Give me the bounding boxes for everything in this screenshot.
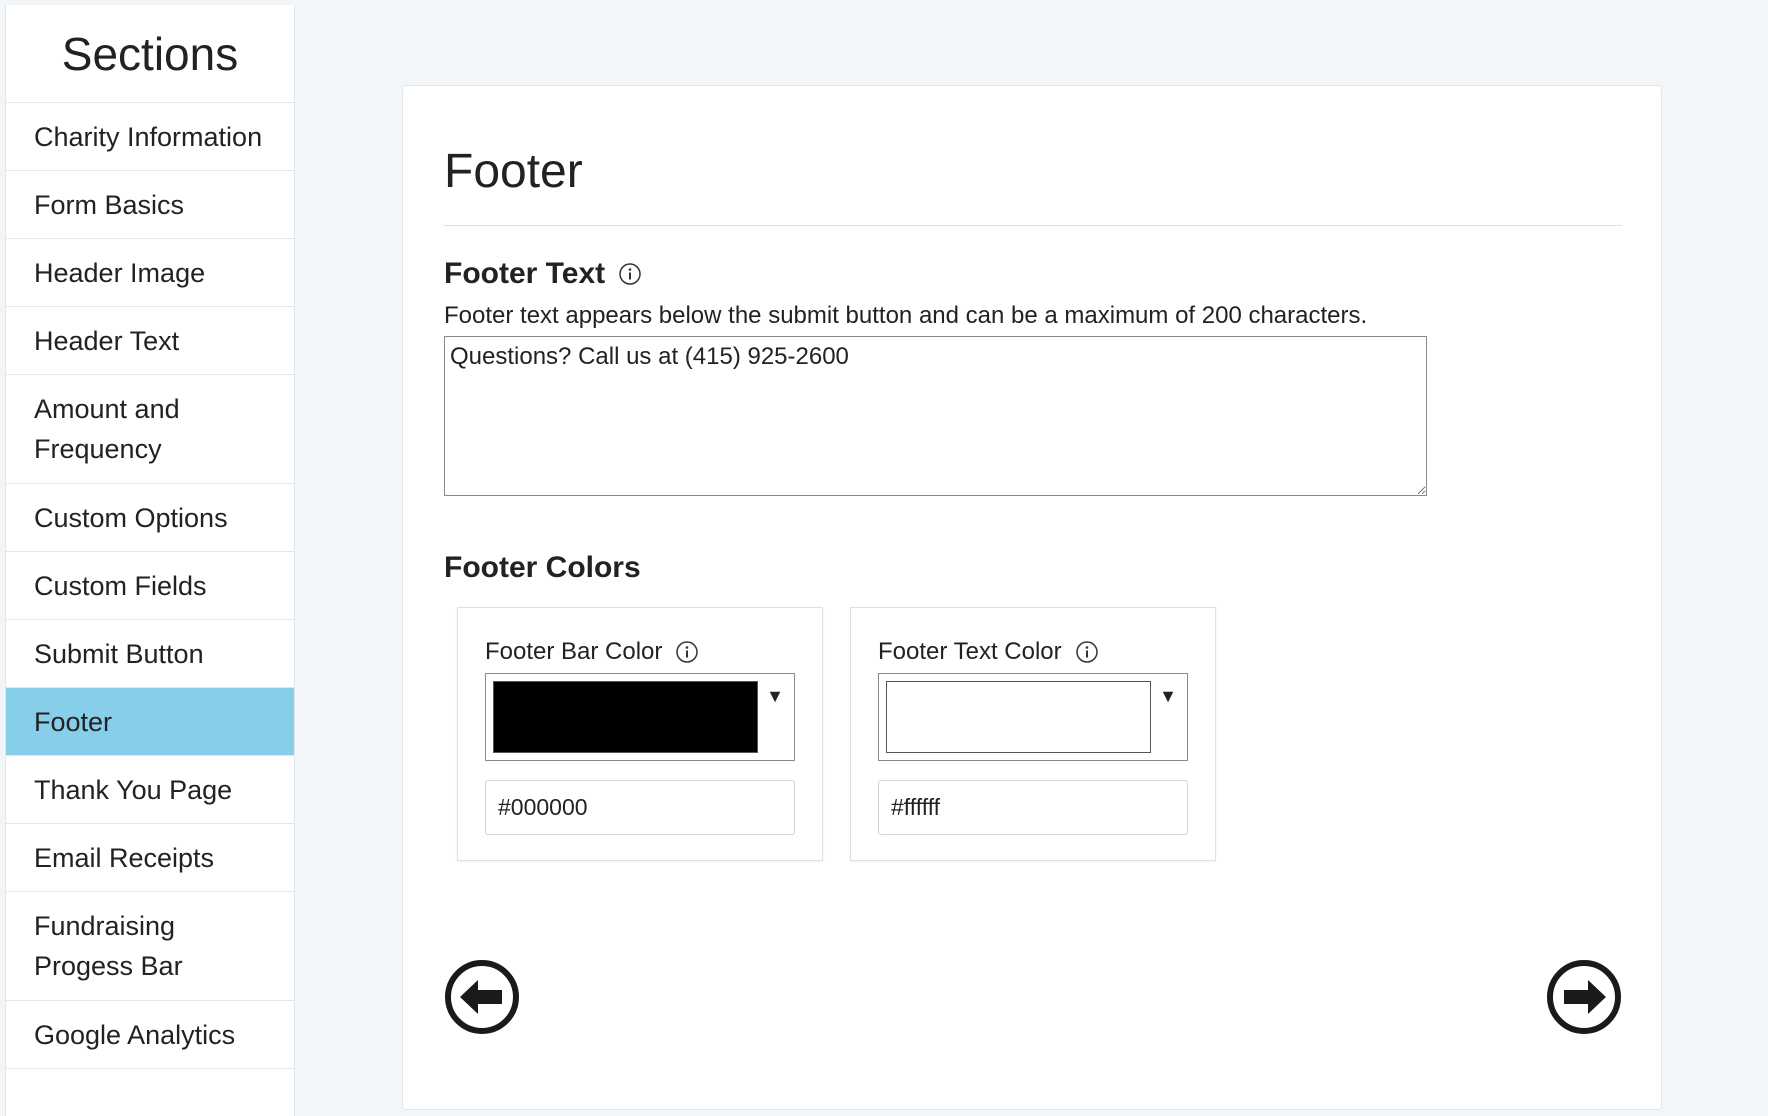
sections-sidebar: Sections Charity Information Form Basics H… [5,5,295,1116]
sidebar-item-label: Custom Options [34,502,228,533]
footer-bar-color-hex-input[interactable] [485,780,795,835]
sidebar-item-label: Header Image [34,257,206,288]
footer-bar-color-picker[interactable]: ▼ [485,673,795,761]
sidebar-item-label: Header Text [34,325,180,356]
sidebar-item-label: Charity Information [34,121,263,152]
sidebar-item-thank-you-page[interactable]: Thank You Page [6,756,294,824]
sidebar-item-label: Email Receipts [34,842,215,873]
footer-settings-card: Footer Footer Text Footer text appears b… [402,85,1662,1110]
sidebar-item-header-text[interactable]: Header Text [6,307,294,375]
sidebar-item-label: Custom Fields [34,570,207,601]
footer-text-heading: Footer Text [444,257,641,291]
sidebar-item-submit-button[interactable]: Submit Button [6,620,294,688]
sidebar-item-footer[interactable]: Footer [6,688,294,756]
arrow-right-circle-icon[interactable] [1546,959,1622,1035]
footer-text-color-picker[interactable]: ▼ [878,673,1188,761]
sidebar-item-custom-fields[interactable]: Custom Fields [6,552,294,620]
color-swatch [493,681,758,753]
sidebar-title: Sections [6,5,294,103]
sidebar-item-label: Thank You Page [34,774,233,805]
sidebar-item-label: Amount and Frequency [34,394,180,464]
footer-bar-color-label-text: Footer Bar Color [485,638,663,665]
sidebar-item-label: Submit Button [34,638,204,669]
sidebar-item-email-receipts[interactable]: Email Receipts [6,824,294,892]
arrow-left-circle-icon[interactable] [444,959,520,1035]
sidebar-item-label: Google Analytics [34,1019,236,1050]
sidebar-item-fundraising-progess-bar[interactable]: Fundraising Progess Bar [6,892,294,1001]
sidebar-item-charity-information[interactable]: Charity Information [6,103,294,171]
color-swatch [886,681,1151,753]
footer-text-color-label: Footer Text Color [878,638,1098,666]
caret-down-icon: ▼ [766,686,784,706]
footer-bar-color-box: Footer Bar Color ▼ [457,607,823,861]
sidebar-items: Charity Information Form Basics Header Ima… [6,103,294,1069]
page-title: Footer [444,145,583,198]
sidebar-item-label: Form Basics [34,189,185,220]
sidebar-item-label: Fundraising Progess Bar [34,911,183,981]
footer-text-color-label-text: Footer Text Color [878,638,1062,665]
caret-down-icon: ▼ [1159,686,1177,706]
footer-text-input[interactable] [444,336,1427,496]
sidebar-item-label: Footer [34,706,113,737]
sidebar-item-google-analytics[interactable]: Google Analytics [6,1001,294,1069]
footer-text-help: Footer text appears below the submit but… [444,302,1368,329]
sidebar-item-custom-options[interactable]: Custom Options [6,484,294,552]
footer-text-heading-label: Footer Text [444,257,606,290]
footer-bar-color-label: Footer Bar Color [485,638,699,666]
info-icon[interactable] [1075,641,1098,663]
sidebar-item-header-image[interactable]: Header Image [6,239,294,307]
info-icon[interactable] [619,263,641,285]
footer-text-color-hex-input[interactable] [878,780,1188,835]
info-icon[interactable] [676,641,699,663]
sidebar-item-amount-and-frequency[interactable]: Amount and Frequency [6,375,294,484]
footer-colors-heading: Footer Colors [444,551,641,584]
sidebar-item-form-basics[interactable]: Form Basics [6,171,294,239]
footer-text-color-box: Footer Text Color ▼ [850,607,1216,861]
title-divider [444,225,1622,226]
